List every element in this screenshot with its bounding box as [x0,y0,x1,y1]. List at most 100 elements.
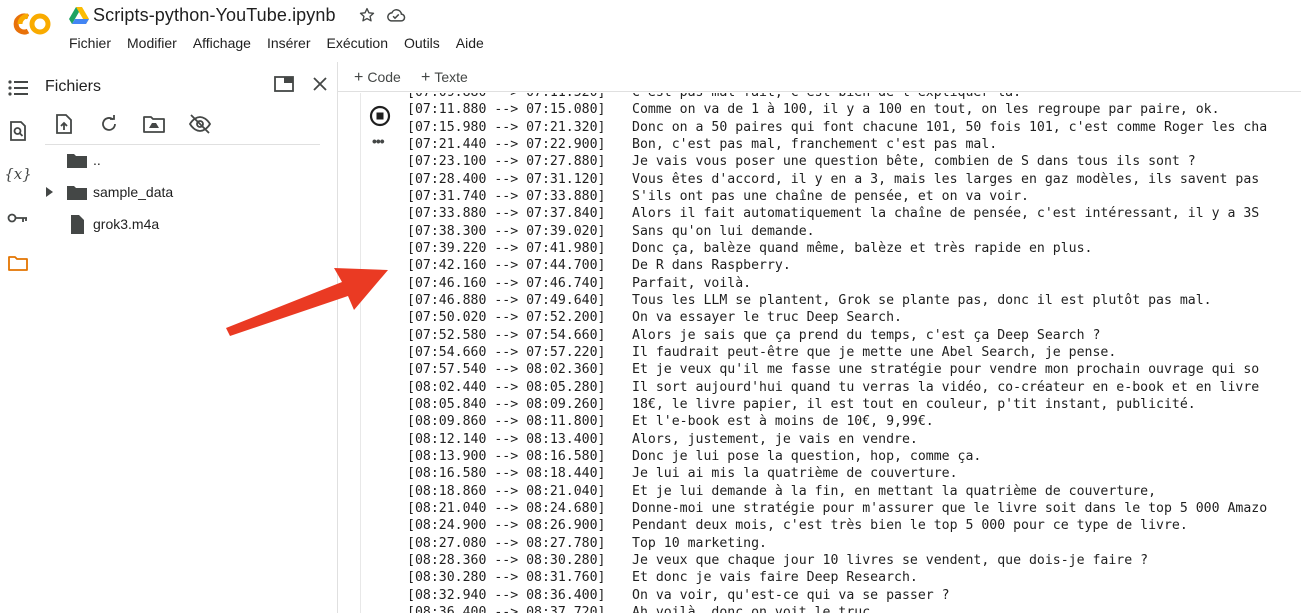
timestamp: [08:28.360 --> 08:30.280] [407,552,606,568]
transcript-text: Donc ça, balèze quand même, balèze et tr… [632,240,1093,256]
transcript-text: On va voir, qu'est-ce qui va se passer ? [632,587,950,603]
timestamp: [07:54.660 --> 07:57.220] [407,344,606,360]
caret-right-icon[interactable] [46,187,54,197]
google-drive-icon[interactable] [69,7,89,25]
table-of-contents-icon[interactable] [7,77,29,99]
transcript-text: Donne-moi une stratégie pour m'assurer q… [632,500,1268,516]
transcript-text: Et l'e-book est à moins de 10€, 9,99€. [632,414,934,430]
output-line: [08:27.080 --> 08:27.780] Top 10 marketin… [407,535,1301,552]
output-line: [07:15.980 --> 07:21.320] Donc on a 50 pa… [407,119,1301,136]
colab-logo[interactable] [11,9,55,39]
add-text-button[interactable]: + Texte [421,69,468,87]
output-line: [08:30.280 --> 08:31.760] Et donc je vais… [407,569,1301,586]
output-line: [07:57.540 --> 08:02.360] Et je veux qu'i… [407,361,1301,378]
output-line: [07:42.160 --> 07:44.700] De R dans Raspb… [407,257,1301,274]
transcript-text: Je veux que chaque jour 10 livres se ven… [632,552,1149,568]
search-icon[interactable] [7,120,29,142]
refresh-icon[interactable] [97,112,121,136]
transcript-text: Je lui ai mis la quatrième de couverture… [632,466,958,482]
timestamp: [08:21.040 --> 08:24.680] [407,500,606,516]
folder-icon[interactable] [7,252,29,274]
timestamp: [07:46.880 --> 07:49.640] [407,292,606,308]
output-line: [08:32.940 --> 08:36.400] On va voir, qu'… [407,587,1301,604]
timestamp: [08:32.940 --> 08:36.400] [407,587,606,603]
tree-item-sample-data[interactable]: sample_data [36,180,326,204]
output-line: [07:50.020 --> 07:52.200] On va essayer l… [407,309,1301,326]
output-line: [07:52.580 --> 07:54.660] Alors je sais q… [407,327,1301,344]
transcript-text: Il faudrait peut-être que je mette une A… [632,344,1117,360]
cloud-saved-icon[interactable] [386,7,406,23]
menu-modifier[interactable]: Modifier [127,35,177,51]
tree-item-grok3[interactable]: grok3.m4a [36,212,326,236]
menu-fichier[interactable]: Fichier [69,35,111,51]
transcript-text: Pendant deux mois, c'est très bien le to… [632,518,1188,534]
transcript-text: S'ils ont pas une chaîne de pensée, et o… [632,188,1029,204]
timestamp: [07:38.300 --> 07:39.020] [407,223,606,239]
notebook-title[interactable]: Scripts-python-YouTube.ipynb [93,5,336,26]
output-line: [08:12.140 --> 08:13.400] Alors, justemen… [407,431,1301,448]
transcript-text: De R dans Raspberry. [632,258,791,274]
output-line: [08:24.900 --> 08:26.900] Pendant deux mo… [407,517,1301,534]
transcript-text: Bon, c'est pas mal, franchement c'est pa… [632,136,998,152]
menu-execution[interactable]: Exécution [327,35,388,51]
stop-execution-button[interactable] [369,105,391,127]
output-line: [07:39.220 --> 07:41.980] Donc ça, balèze… [407,240,1301,257]
timestamp: [07:46.160 --> 07:46.740] [407,275,606,291]
output-line: [08:09.860 --> 08:11.800] Et l'e-book est… [407,413,1301,430]
folder-icon [67,186,87,200]
menu-inserer[interactable]: Insérer [267,35,311,51]
timestamp: [07:50.020 --> 07:52.200] [407,310,606,326]
output-line: [08:02.440 --> 08:05.280] Il sort aujourd… [407,379,1301,396]
timestamp: [07:42.160 --> 07:44.700] [407,258,606,274]
output-line: [07:54.660 --> 07:57.220] Il faudrait peu… [407,344,1301,361]
output-line: [08:05.840 --> 08:09.260] 18€, le livre p… [407,396,1301,413]
menu-outils[interactable]: Outils [404,35,440,51]
upload-file-icon[interactable] [52,112,76,136]
file-icon [71,215,84,234]
files-panel: Fichiers .. sample_data grok3.m4a [36,62,338,613]
transcript-text: On va essayer le truc Deep Search. [632,310,902,326]
close-icon[interactable] [309,73,331,95]
add-code-button[interactable]: + Code [354,69,401,87]
transcript-text: Donc je lui pose la question, hop, comme… [632,448,982,464]
menu-aide[interactable]: Aide [456,35,484,51]
output-line: [07:11.880 --> 07:15.080] Comme on va de … [407,101,1301,118]
variables-icon[interactable]: {x} [4,163,32,185]
transcript-text: Alors, justement, je vais en vendre. [632,431,918,447]
open-in-tab-icon[interactable] [273,73,295,95]
panel-divider [45,144,320,145]
transcript-text: Alors il fait automatiquement la chaîne … [632,206,1260,222]
transcript-text: Tous les LLM se plantent, Grok se plante… [632,292,1212,308]
timestamp: [07:33.880 --> 07:37.840] [407,206,606,222]
menu-affichage[interactable]: Affichage [193,35,251,51]
timestamp: [08:30.280 --> 08:31.760] [407,570,606,586]
key-icon[interactable] [7,207,29,229]
transcript-text: Vous êtes d'accord, il y en a 3, mais le… [632,171,1260,187]
output-line: [07:23.100 --> 07:27.880] Je vais vous po… [407,153,1301,170]
output-line: [07:38.300 --> 07:39.020] Sans qu'on lui … [407,223,1301,240]
transcript-text: C'est pas mal fait, c'est bien de l'expl… [632,93,1021,100]
output-line: [08:36.400 --> 08:37.720] Ah voilà, donc … [407,604,1301,613]
code-cell: ••• [07:09.880 --> 07:11.520]C'est pas m… [338,93,1301,613]
mount-drive-icon[interactable] [142,112,166,136]
timestamp: [08:13.900 --> 08:16.580] [407,448,606,464]
add-text-label: Texte [434,69,468,85]
tree-item-label: grok3.m4a [93,216,160,232]
hide-files-icon[interactable] [188,112,212,136]
tree-item-parent[interactable]: .. [36,148,326,172]
timestamp: [07:21.440 --> 07:22.900] [407,136,606,152]
more-options-icon[interactable]: ••• [372,133,385,149]
timestamp: [07:39.220 --> 07:41.980] [407,240,606,256]
transcript-text: Parfait, voilà. [632,275,752,291]
add-code-label: Code [367,69,401,85]
output-line: [07:33.880 --> 07:37.840] Alors il fait a… [407,205,1301,222]
star-icon[interactable] [358,6,376,24]
notebook-toolbar: + Code + Texte [338,62,1301,92]
transcript-text: Alors je sais que ça prend du temps, c'e… [632,327,1101,343]
transcript-text: Top 10 marketing. [632,535,767,551]
transcript-text: Ah voilà, donc on voit le truc. [632,604,879,613]
left-icon-rail: {x} [0,62,36,613]
files-panel-title: Fichiers [45,78,102,95]
timestamp: [08:05.840 --> 08:09.260] [407,396,606,412]
transcript-text: Donc on a 50 paires qui font chacune 101… [632,119,1268,135]
